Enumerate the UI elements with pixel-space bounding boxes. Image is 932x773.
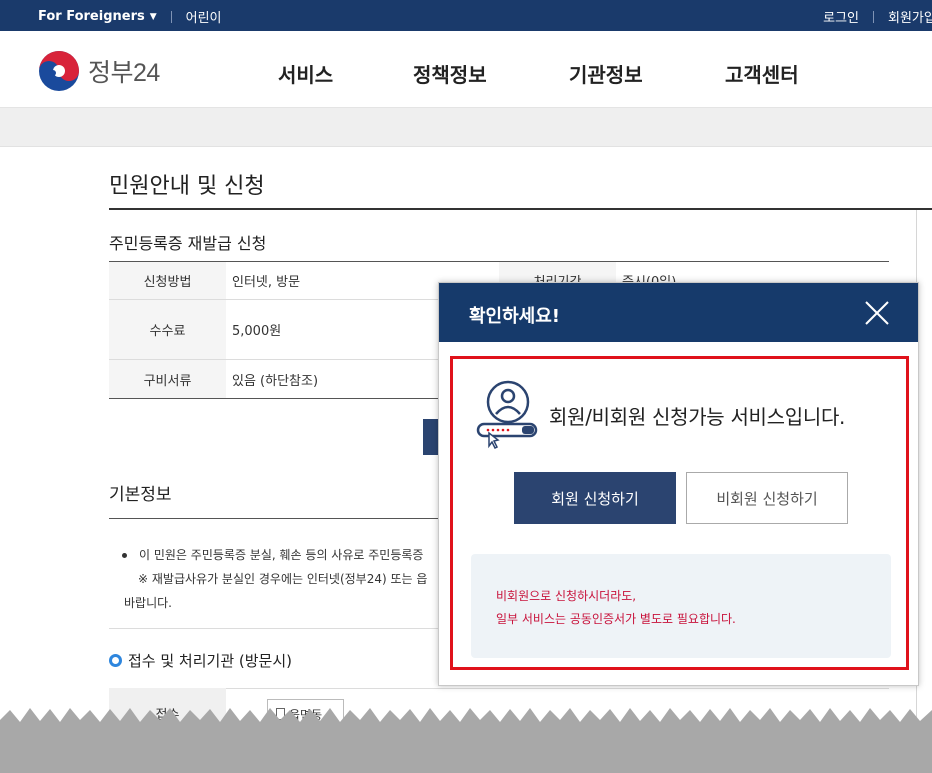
fee-label: 수수료 [109,300,226,359]
kids-link[interactable]: 어린이 [186,7,222,26]
fee-value: 5,000원 [232,324,282,339]
method-value: 인터넷, 방문 [232,275,301,290]
basic-info-line: 바랍니다. [124,596,172,610]
reception-section-label: 접수 및 처리기관 (방문시) [128,652,293,670]
basic-info-text: 이 민원은 주민등록증 분실, 훼손 등의 사유로 주민등록증 ※ 재발급사유가… [122,543,452,615]
nonmember-apply-button[interactable]: 비회원 신청하기 [686,472,848,524]
nav-item-services[interactable]: 서비스 [278,59,333,88]
certificate-notice: 비회원으로 신청하시더라도, 일부 서비스는 공동인증서가 별도로 필요합니다. [471,554,891,658]
bullet-icon [122,553,127,558]
divider [170,10,172,23]
modal-title: 확인하세요! [469,306,561,327]
reception-section-title: 접수 및 처리기관 (방문시) [109,650,292,671]
nav-item-agency[interactable]: 기관정보 [569,59,643,88]
signup-link[interactable]: 회원가입 [888,7,932,26]
basic-info-line: ※ 재발급사유가 분실인 경우에는 인터넷(정부24) 또는 읍 [138,572,428,586]
member-apply-button[interactable]: 회원 신청하기 [514,472,676,524]
notice-line: 일부 서비스는 공동인증서가 별도로 필요합니다. [496,612,736,626]
page-title: 민원안내 및 신청 [109,174,265,199]
site-header: 정부24 서비스 정책정보 기관정보 고객센터 [0,31,932,108]
service-title: 주민등록증 재발급 신청 [109,234,267,253]
member-login-icon [476,380,538,450]
divider [109,208,932,210]
close-icon[interactable] [864,300,890,326]
circle-bullet-icon [109,654,122,667]
docs-label: 구비서류 [109,360,226,398]
breadcrumb-band [0,108,932,147]
top-utility-bar: For Foreigners ▼ 어린이 로그인 회원가입 [0,0,932,31]
torn-edge-decoration [0,708,932,773]
divider [873,10,874,23]
nav-item-policy[interactable]: 정책정보 [413,59,487,88]
service-availability-message: 회원/비회원 신청가능 서비스입니다. [549,405,846,429]
confirm-modal: 확인하세요! 회원/비회원 신청가능 서비스입니다. 회원 신청하기 비회원 신… [438,282,919,686]
basic-info-title: 기본정보 [109,485,172,505]
method-label: 신청방법 [109,262,226,299]
highlight-box: 회원/비회원 신청가능 서비스입니다. 회원 신청하기 비회원 신청하기 비회원… [450,356,909,670]
modal-header: 확인하세요! [439,283,918,342]
for-foreigners-link[interactable]: For Foreigners [38,9,145,24]
basic-info-line: 이 민원은 주민등록증 분실, 훼손 등의 사유로 주민등록증 [139,548,424,562]
notice-line: 비회원으로 신청하시더라도, [496,589,637,603]
chevron-down-icon[interactable]: ▼ [150,12,157,22]
divider [109,688,889,689]
main-nav: 서비스 정책정보 기관정보 고객센터 [0,59,932,89]
nav-item-support[interactable]: 고객센터 [725,59,799,88]
docs-value: 있음 (하단참조) [232,373,319,389]
login-link[interactable]: 로그인 [823,7,859,26]
